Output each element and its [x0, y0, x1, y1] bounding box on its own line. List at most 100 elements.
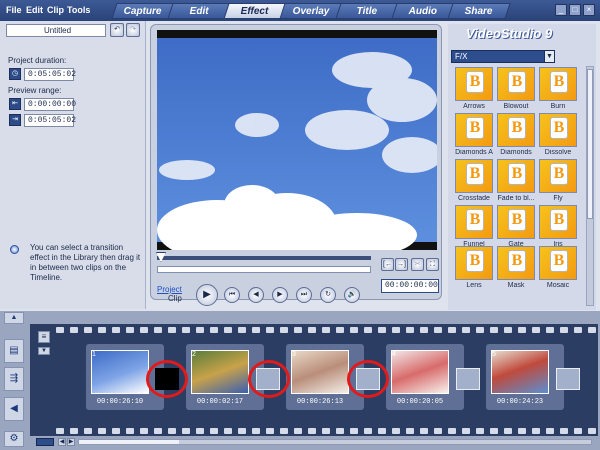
effect-burn-thumbnail[interactable]: B [539, 67, 577, 101]
storyboard-view-icon[interactable]: ▤ [4, 339, 24, 363]
sprocket-hole [364, 327, 372, 333]
clip-thumbnail[interactable] [291, 350, 349, 394]
tab-audio[interactable]: Audio [391, 3, 455, 19]
minimize-button[interactable]: _ [555, 4, 567, 16]
timeline-scrollbar[interactable] [78, 439, 592, 445]
menu-edit[interactable]: Edit [26, 5, 43, 15]
scroll-right-icon[interactable]: ▶ [67, 438, 75, 446]
collapse-icon[interactable]: ▲ [4, 312, 24, 324]
tab-title[interactable]: Title [335, 3, 399, 19]
mark-out-icon[interactable]: ⇥ [9, 114, 21, 126]
sprocket-hole [112, 327, 120, 333]
sprocket-hole [588, 327, 596, 333]
category-dropdown[interactable]: F/X [451, 50, 555, 63]
tab-share[interactable]: Share [447, 3, 511, 19]
settings-icon[interactable]: ⚙ [4, 431, 24, 447]
volume-button[interactable]: 🔊 [344, 287, 360, 303]
mark-in-button-icon[interactable]: [← [381, 258, 394, 271]
clip-thumbnail[interactable] [491, 350, 549, 394]
clip-thumbnail[interactable] [391, 350, 449, 394]
transition-preview-icon: B [550, 209, 568, 231]
audio-view-icon[interactable]: ◀ [4, 397, 24, 421]
transition-slot[interactable] [456, 368, 480, 390]
effect-funnel-thumbnail[interactable]: B [455, 205, 493, 239]
menu-clip[interactable]: Clip [47, 5, 64, 15]
effect-diamonds-thumbnail[interactable]: B [497, 113, 535, 147]
preview-range-label: Preview range: [8, 86, 62, 95]
timecode-field[interactable]: 00:00:00:00 [381, 279, 439, 293]
effect-lens-thumbnail[interactable]: B [455, 246, 493, 280]
sprocket-hole [238, 428, 246, 434]
next-frame-button[interactable]: ▶ [272, 287, 288, 303]
zoom-button[interactable] [36, 438, 54, 446]
effect-dissolve-thumbnail[interactable]: B [539, 113, 577, 147]
effect-mask-thumbnail[interactable]: B [497, 246, 535, 280]
timeline-view-icon[interactable]: ⇶ [4, 367, 24, 391]
sprocket-hole [392, 327, 400, 333]
menu-file[interactable]: File [6, 5, 22, 15]
sprocket-hole [574, 428, 582, 434]
sprocket-hole [476, 428, 484, 434]
sprocket-hole [98, 327, 106, 333]
repeat-button[interactable]: ↻ [320, 287, 336, 303]
sprocket-hole [140, 327, 148, 333]
effect-diamonds-a-label: Diamonds A [455, 149, 493, 156]
effect-diamonds-a-thumbnail[interactable]: B [455, 113, 493, 147]
menu-tools[interactable]: Tools [67, 5, 90, 15]
sprocket-hole [406, 327, 414, 333]
transition-preview-icon: B [508, 209, 526, 231]
close-button[interactable]: × [583, 4, 595, 16]
clip-thumbnail[interactable] [91, 350, 149, 394]
home-button[interactable]: ⏮ [224, 287, 240, 303]
end-button[interactable]: ⏭ [296, 287, 312, 303]
clock-icon: ◷ [9, 68, 21, 80]
sprocket-hole [210, 428, 218, 434]
effect-fly-label: Fly [553, 195, 563, 202]
fullscreen-icon[interactable]: ⛶ [426, 258, 439, 271]
play-button[interactable]: ▶ [196, 284, 218, 306]
mark-out-button-icon[interactable]: →] [395, 258, 408, 271]
effect-gate-thumbnail[interactable]: B [497, 205, 535, 239]
tab-capture[interactable]: Capture [111, 3, 175, 19]
effect-blowout-thumbnail[interactable]: B [497, 67, 535, 101]
clip-number: 1 [92, 351, 96, 358]
effect-crossfade-thumbnail[interactable]: B [455, 159, 493, 193]
sprocket-hole [70, 327, 78, 333]
project-name-field[interactable]: Untitled [6, 24, 106, 37]
hint-text: You can select a transition effect in th… [30, 243, 141, 282]
maximize-button[interactable]: □ [569, 4, 581, 16]
transition-slot[interactable] [556, 368, 580, 390]
sprocket-hole [140, 428, 148, 434]
scroll-left-icon[interactable]: ◀ [58, 438, 66, 446]
library-scrollbar[interactable] [586, 66, 594, 306]
tab-overlay[interactable]: Overlay [279, 3, 343, 19]
chevron-down-icon[interactable]: ▼ [544, 50, 555, 63]
scrubber-track[interactable] [157, 256, 371, 260]
effect-fly-thumbnail[interactable]: B [539, 159, 577, 193]
effect-mosaic-thumbnail[interactable]: B [539, 246, 577, 280]
mark-in-icon[interactable]: ⇤ [9, 98, 21, 110]
clip-thumbnail[interactable] [191, 350, 249, 394]
split-icon[interactable]: ✂ [411, 258, 424, 271]
redo-icon[interactable]: ↷ [126, 23, 140, 37]
sprocket-hole [252, 327, 260, 333]
previous-frame-button[interactable]: ◀ [248, 287, 264, 303]
sprocket-hole [350, 428, 358, 434]
sprocket-hole [98, 428, 106, 434]
library-scroll-thumb[interactable] [587, 69, 593, 219]
tab-effect[interactable]: Effect [223, 3, 287, 19]
track-menu-icon[interactable]: ≡ [38, 331, 50, 343]
effect-fade-to-bl-thumbnail[interactable]: B [497, 159, 535, 193]
project-mode-link[interactable]: Project [157, 285, 182, 294]
track-dropdown-icon[interactable]: ▼ [38, 347, 50, 355]
timeline-scroll-thumb[interactable] [79, 440, 179, 444]
effect-mosaic-label: Mosaic [546, 282, 570, 289]
effect-iris-thumbnail[interactable]: B [539, 205, 577, 239]
undo-icon[interactable]: ↶ [110, 23, 124, 37]
tab-edit[interactable]: Edit [167, 3, 231, 19]
effect-arrows-thumbnail[interactable]: B [455, 67, 493, 101]
sprocket-hole [336, 327, 344, 333]
sprocket-hole [420, 428, 428, 434]
trim-bar[interactable] [157, 266, 371, 273]
clip-mode-link[interactable]: Clip [168, 294, 182, 303]
